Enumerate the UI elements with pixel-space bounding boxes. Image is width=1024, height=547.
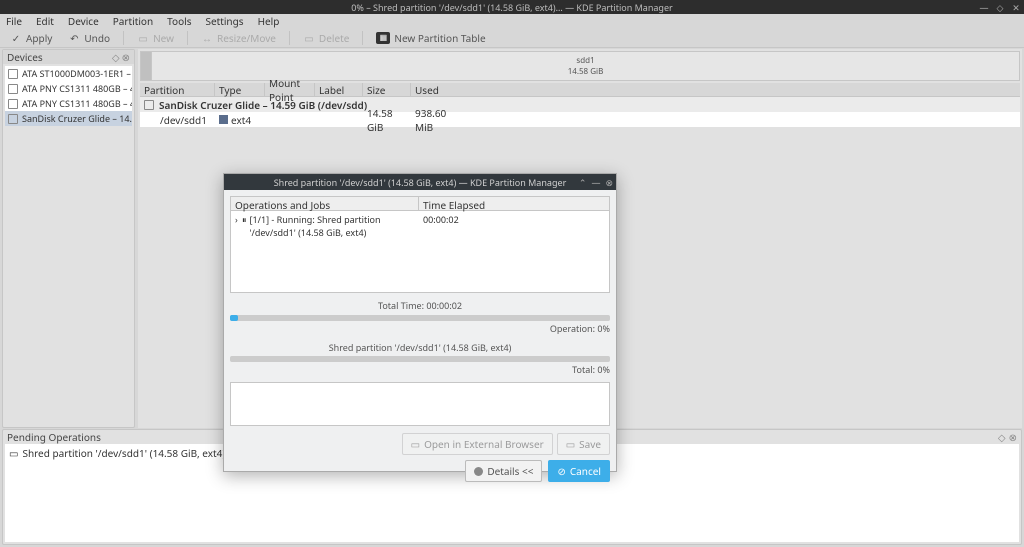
check-icon: ✓ xyxy=(10,32,22,44)
partition-table-header: Partition Type Mount Point Label Size Us… xyxy=(140,83,1020,97)
fs-color-swatch xyxy=(219,115,228,124)
device-item-selected[interactable]: SanDisk Cruzer Glide – 14.59 GiB (/dev… xyxy=(5,111,132,126)
delete-button: ▭ Delete xyxy=(297,29,355,47)
apply-button[interactable]: ✓ Apply xyxy=(4,29,58,47)
close-icon[interactable]: ✕ xyxy=(1011,1,1021,14)
close-panel-icon[interactable]: ⊗ xyxy=(1009,430,1017,444)
resize-button: ↔ Resize/Move xyxy=(195,29,282,47)
close-icon[interactable]: ⊗ xyxy=(605,176,613,189)
ops-col-time[interactable]: Time Elapsed xyxy=(419,197,609,210)
col-type[interactable]: Type xyxy=(215,83,265,96)
new-icon: ▭ xyxy=(137,32,149,44)
disk-icon xyxy=(8,84,18,94)
menu-settings[interactable]: Settings xyxy=(206,14,244,28)
col-used[interactable]: Used xyxy=(411,83,461,96)
titlebar: 0% – Shred partition '/dev/sdd1' (14.58 … xyxy=(0,0,1024,14)
total-time-label: Total Time: 00:00:02 xyxy=(230,299,610,312)
pause-icon: ⏸ xyxy=(242,213,247,239)
dialog-titlebar[interactable]: Shred partition '/dev/sdd1' (14.58 GiB, … xyxy=(224,174,616,190)
disk-icon xyxy=(8,99,18,109)
save-icon: ▭ xyxy=(566,437,575,451)
col-size[interactable]: Size xyxy=(363,83,411,96)
open-external-button: ▭ Open in External Browser xyxy=(402,433,553,455)
disk-icon xyxy=(8,114,18,124)
col-partition[interactable]: Partition xyxy=(140,83,215,96)
disk-icon xyxy=(144,100,154,110)
table-icon: ▦ xyxy=(376,32,390,44)
menu-device[interactable]: Device xyxy=(68,14,99,28)
maximize-icon[interactable]: ◇ xyxy=(995,1,1005,14)
toolbar-divider xyxy=(362,31,363,45)
shred-icon: ▭ xyxy=(9,446,18,460)
window-title: 0% – Shred partition '/dev/sdd1' (14.58 … xyxy=(351,1,673,14)
col-mount[interactable]: Mount Point xyxy=(265,83,315,96)
float-icon[interactable]: ◇ xyxy=(112,50,120,64)
menubar: File Edit Device Partition Tools Setting… xyxy=(0,14,1024,28)
undo-icon: ↶ xyxy=(68,32,80,44)
progress-dialog: Shred partition '/dev/sdd1' (14.58 GiB, … xyxy=(223,173,617,472)
chevron-right-icon[interactable]: › xyxy=(235,213,239,239)
toolbar: ✓ Apply ↶ Undo ▭ New ↔ Resize/Move ▭ Del… xyxy=(0,28,1024,48)
device-item[interactable]: ATA PNY CS1311 480GB – 447.13 GiB (/… xyxy=(5,81,132,96)
devices-panel: Devices ◇ ⊗ ATA ST1000DM003-1ER1 – 931.5… xyxy=(2,49,135,428)
total-progress-bar xyxy=(230,356,610,362)
disk-icon xyxy=(8,69,18,79)
new-partition-table-button[interactable]: ▦ New Partition Table xyxy=(370,29,491,47)
disk-handle[interactable] xyxy=(141,52,151,80)
menu-partition[interactable]: Partition xyxy=(113,14,153,28)
operation-progress-fill xyxy=(230,315,238,321)
operation-progress-label: Operation: 0% xyxy=(230,322,610,335)
details-button[interactable]: Details << xyxy=(465,460,542,482)
minimize-icon[interactable]: — xyxy=(591,176,600,189)
partition-summary-row[interactable]: SanDisk Cruzer Glide – 14.59 GiB (/dev/s… xyxy=(140,97,1020,112)
report-box xyxy=(230,382,610,426)
menu-edit[interactable]: Edit xyxy=(36,14,54,28)
toolbar-divider xyxy=(187,31,188,45)
shade-icon[interactable]: ⌃ xyxy=(579,176,587,189)
info-icon xyxy=(474,467,483,476)
device-item[interactable]: ATA PNY CS1311 480GB – 447.13 GiB (/… xyxy=(5,96,132,111)
delete-icon: ▭ xyxy=(303,32,315,44)
device-item[interactable]: ATA ST1000DM003-1ER1 – 931.51 GiB (… xyxy=(5,66,132,81)
operation-row[interactable]: › ⏸ [1/1] - Running: Shred partition '/d… xyxy=(231,211,609,241)
save-button: ▭ Save xyxy=(557,433,610,455)
undo-button[interactable]: ↶ Undo xyxy=(62,29,116,47)
col-label[interactable]: Label xyxy=(315,83,363,96)
cancel-icon: ⊘ xyxy=(557,464,565,478)
suboperation-label: Shred partition '/dev/sdd1' (14.58 GiB, … xyxy=(230,341,610,354)
devices-header: Devices ◇ ⊗ xyxy=(3,50,134,64)
minimize-icon[interactable]: — xyxy=(979,1,989,14)
menu-tools[interactable]: Tools xyxy=(167,14,191,28)
cancel-button[interactable]: ⊘ Cancel xyxy=(548,460,610,482)
partition-row[interactable]: /dev/sdd1 ext4 14.58 GiB 938.60 MiB xyxy=(140,112,1020,127)
operation-progress-bar xyxy=(230,315,610,321)
close-panel-icon[interactable]: ⊗ xyxy=(122,50,130,64)
float-icon[interactable]: ◇ xyxy=(998,430,1006,444)
new-button: ▭ New xyxy=(131,29,180,47)
total-progress-label: Total: 0% xyxy=(230,363,610,376)
ops-col-name[interactable]: Operations and Jobs xyxy=(231,197,419,210)
resize-icon: ↔ xyxy=(201,32,213,44)
menu-help[interactable]: Help xyxy=(258,14,280,28)
toolbar-divider xyxy=(123,31,124,45)
browser-icon: ▭ xyxy=(411,437,420,451)
menu-file[interactable]: File xyxy=(6,14,22,28)
operations-table: Operations and Jobs Time Elapsed › ⏸ [1/… xyxy=(230,196,610,293)
partition-table: Partition Type Mount Point Label Size Us… xyxy=(140,83,1020,127)
toolbar-divider xyxy=(289,31,290,45)
